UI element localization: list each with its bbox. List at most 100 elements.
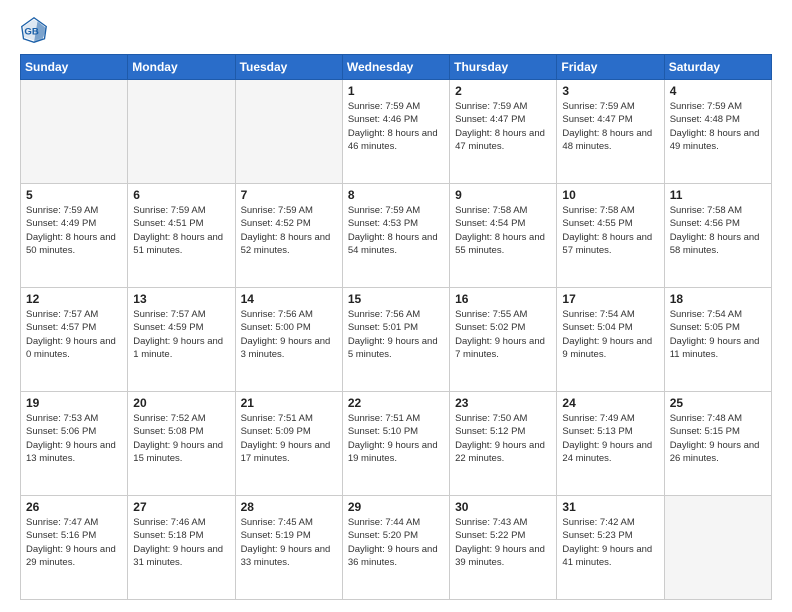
calendar-day-cell: 12 Sunrise: 7:57 AM Sunset: 4:57 PM Dayli… <box>21 288 128 392</box>
header: GB <box>20 16 772 44</box>
day-info: Sunrise: 7:56 AM Sunset: 5:00 PM Dayligh… <box>241 308 337 361</box>
day-number: 19 <box>26 396 122 410</box>
calendar-body: 1Sunrise: 7:59 AM Sunset: 4:46 PM Daylig… <box>21 80 772 600</box>
calendar-day-cell: 19 Sunrise: 7:53 AM Sunset: 5:06 PM Dayli… <box>21 392 128 496</box>
day-of-week-header: Thursday <box>450 55 557 80</box>
day-info: Sunrise: 7:57 AM Sunset: 4:59 PM Dayligh… <box>133 308 229 361</box>
calendar-day-cell: 21Sunrise: 7:51 AM Sunset: 5:09 PM Dayli… <box>235 392 342 496</box>
day-of-week-header: Sunday <box>21 55 128 80</box>
day-info: Sunrise: 7:59 AM Sunset: 4:46 PM Dayligh… <box>348 100 444 153</box>
day-info: Sunrise: 7:54 AM Sunset: 5:05 PM Dayligh… <box>670 308 766 361</box>
page: GB SundayMondayTuesdayWednesdayThursdayF… <box>0 0 792 612</box>
day-number: 12 <box>26 292 122 306</box>
calendar-day-cell: 14 Sunrise: 7:56 AM Sunset: 5:00 PM Dayli… <box>235 288 342 392</box>
day-number: 13 <box>133 292 229 306</box>
day-number: 29 <box>348 500 444 514</box>
calendar-week-row: 5 Sunrise: 7:59 AM Sunset: 4:49 PM Daylig… <box>21 184 772 288</box>
svg-text:GB: GB <box>24 26 38 37</box>
calendar-day-cell <box>235 80 342 184</box>
calendar-day-cell: 13 Sunrise: 7:57 AM Sunset: 4:59 PM Dayli… <box>128 288 235 392</box>
day-number: 11 <box>670 188 766 202</box>
calendar-day-cell: 27Sunrise: 7:46 AM Sunset: 5:18 PM Dayli… <box>128 496 235 600</box>
day-info: Sunrise: 7:59 AM Sunset: 4:53 PM Dayligh… <box>348 204 444 257</box>
day-number: 31 <box>562 500 658 514</box>
day-number: 25 <box>670 396 766 410</box>
day-number: 6 <box>133 188 229 202</box>
day-of-week-header: Wednesday <box>342 55 449 80</box>
day-number: 2 <box>455 84 551 98</box>
day-info: Sunrise: 7:57 AM Sunset: 4:57 PM Dayligh… <box>26 308 122 361</box>
day-info: Sunrise: 7:48 AM Sunset: 5:15 PM Dayligh… <box>670 412 766 465</box>
day-of-week-header: Friday <box>557 55 664 80</box>
calendar-day-cell: 8 Sunrise: 7:59 AM Sunset: 4:53 PM Daylig… <box>342 184 449 288</box>
day-info: Sunrise: 7:47 AM Sunset: 5:16 PM Dayligh… <box>26 516 122 569</box>
day-number: 14 <box>241 292 337 306</box>
day-number: 20 <box>133 396 229 410</box>
days-of-week-row: SundayMondayTuesdayWednesdayThursdayFrid… <box>21 55 772 80</box>
day-number: 7 <box>241 188 337 202</box>
calendar-day-cell: 5 Sunrise: 7:59 AM Sunset: 4:49 PM Daylig… <box>21 184 128 288</box>
day-info: Sunrise: 7:49 AM Sunset: 5:13 PM Dayligh… <box>562 412 658 465</box>
calendar-day-cell: 26 Sunrise: 7:47 AM Sunset: 5:16 PM Dayli… <box>21 496 128 600</box>
logo-icon: GB <box>20 16 48 44</box>
day-number: 5 <box>26 188 122 202</box>
calendar-day-cell: 2 Sunrise: 7:59 AM Sunset: 4:47 PM Daylig… <box>450 80 557 184</box>
day-number: 9 <box>455 188 551 202</box>
day-info: Sunrise: 7:56 AM Sunset: 5:01 PM Dayligh… <box>348 308 444 361</box>
calendar-day-cell: 28Sunrise: 7:45 AM Sunset: 5:19 PM Dayli… <box>235 496 342 600</box>
day-number: 17 <box>562 292 658 306</box>
calendar-week-row: 26 Sunrise: 7:47 AM Sunset: 5:16 PM Dayli… <box>21 496 772 600</box>
day-info: Sunrise: 7:53 AM Sunset: 5:06 PM Dayligh… <box>26 412 122 465</box>
calendar-day-cell: 29 Sunrise: 7:44 AM Sunset: 5:20 PM Dayli… <box>342 496 449 600</box>
calendar-day-cell <box>664 496 771 600</box>
day-number: 24 <box>562 396 658 410</box>
day-info: Sunrise: 7:58 AM Sunset: 4:55 PM Dayligh… <box>562 204 658 257</box>
day-of-week-header: Tuesday <box>235 55 342 80</box>
calendar-day-cell: 9Sunrise: 7:58 AM Sunset: 4:54 PM Daylig… <box>450 184 557 288</box>
day-number: 23 <box>455 396 551 410</box>
calendar-day-cell: 17Sunrise: 7:54 AM Sunset: 5:04 PM Dayli… <box>557 288 664 392</box>
day-info: Sunrise: 7:51 AM Sunset: 5:10 PM Dayligh… <box>348 412 444 465</box>
day-info: Sunrise: 7:59 AM Sunset: 4:47 PM Dayligh… <box>455 100 551 153</box>
calendar-day-cell: 25 Sunrise: 7:48 AM Sunset: 5:15 PM Dayli… <box>664 392 771 496</box>
calendar-day-cell: 22Sunrise: 7:51 AM Sunset: 5:10 PM Dayli… <box>342 392 449 496</box>
day-number: 28 <box>241 500 337 514</box>
calendar-day-cell: 10 Sunrise: 7:58 AM Sunset: 4:55 PM Dayli… <box>557 184 664 288</box>
day-info: Sunrise: 7:52 AM Sunset: 5:08 PM Dayligh… <box>133 412 229 465</box>
logo: GB <box>20 16 52 44</box>
calendar-day-cell: 1Sunrise: 7:59 AM Sunset: 4:46 PM Daylig… <box>342 80 449 184</box>
day-number: 8 <box>348 188 444 202</box>
day-info: Sunrise: 7:50 AM Sunset: 5:12 PM Dayligh… <box>455 412 551 465</box>
calendar-day-cell: 16Sunrise: 7:55 AM Sunset: 5:02 PM Dayli… <box>450 288 557 392</box>
day-number: 30 <box>455 500 551 514</box>
day-number: 21 <box>241 396 337 410</box>
calendar-day-cell: 23 Sunrise: 7:50 AM Sunset: 5:12 PM Dayli… <box>450 392 557 496</box>
calendar-day-cell: 11 Sunrise: 7:58 AM Sunset: 4:56 PM Dayli… <box>664 184 771 288</box>
day-info: Sunrise: 7:43 AM Sunset: 5:22 PM Dayligh… <box>455 516 551 569</box>
day-number: 15 <box>348 292 444 306</box>
calendar-day-cell: 15 Sunrise: 7:56 AM Sunset: 5:01 PM Dayli… <box>342 288 449 392</box>
day-number: 27 <box>133 500 229 514</box>
calendar-day-cell: 24 Sunrise: 7:49 AM Sunset: 5:13 PM Dayli… <box>557 392 664 496</box>
day-number: 10 <box>562 188 658 202</box>
calendar-day-cell: 20 Sunrise: 7:52 AM Sunset: 5:08 PM Dayli… <box>128 392 235 496</box>
day-info: Sunrise: 7:44 AM Sunset: 5:20 PM Dayligh… <box>348 516 444 569</box>
day-number: 4 <box>670 84 766 98</box>
calendar-week-row: 1Sunrise: 7:59 AM Sunset: 4:46 PM Daylig… <box>21 80 772 184</box>
calendar-day-cell: 30 Sunrise: 7:43 AM Sunset: 5:22 PM Dayli… <box>450 496 557 600</box>
calendar-header: SundayMondayTuesdayWednesdayThursdayFrid… <box>21 55 772 80</box>
day-info: Sunrise: 7:58 AM Sunset: 4:56 PM Dayligh… <box>670 204 766 257</box>
day-number: 18 <box>670 292 766 306</box>
calendar-day-cell <box>21 80 128 184</box>
calendar-day-cell: 31 Sunrise: 7:42 AM Sunset: 5:23 PM Dayli… <box>557 496 664 600</box>
day-info: Sunrise: 7:42 AM Sunset: 5:23 PM Dayligh… <box>562 516 658 569</box>
calendar-day-cell: 7Sunrise: 7:59 AM Sunset: 4:52 PM Daylig… <box>235 184 342 288</box>
day-of-week-header: Saturday <box>664 55 771 80</box>
day-info: Sunrise: 7:59 AM Sunset: 4:49 PM Dayligh… <box>26 204 122 257</box>
calendar-day-cell: 6Sunrise: 7:59 AM Sunset: 4:51 PM Daylig… <box>128 184 235 288</box>
calendar-day-cell: 3Sunrise: 7:59 AM Sunset: 4:47 PM Daylig… <box>557 80 664 184</box>
day-number: 26 <box>26 500 122 514</box>
day-of-week-header: Monday <box>128 55 235 80</box>
calendar-table: SundayMondayTuesdayWednesdayThursdayFrid… <box>20 54 772 600</box>
calendar-day-cell: 4Sunrise: 7:59 AM Sunset: 4:48 PM Daylig… <box>664 80 771 184</box>
